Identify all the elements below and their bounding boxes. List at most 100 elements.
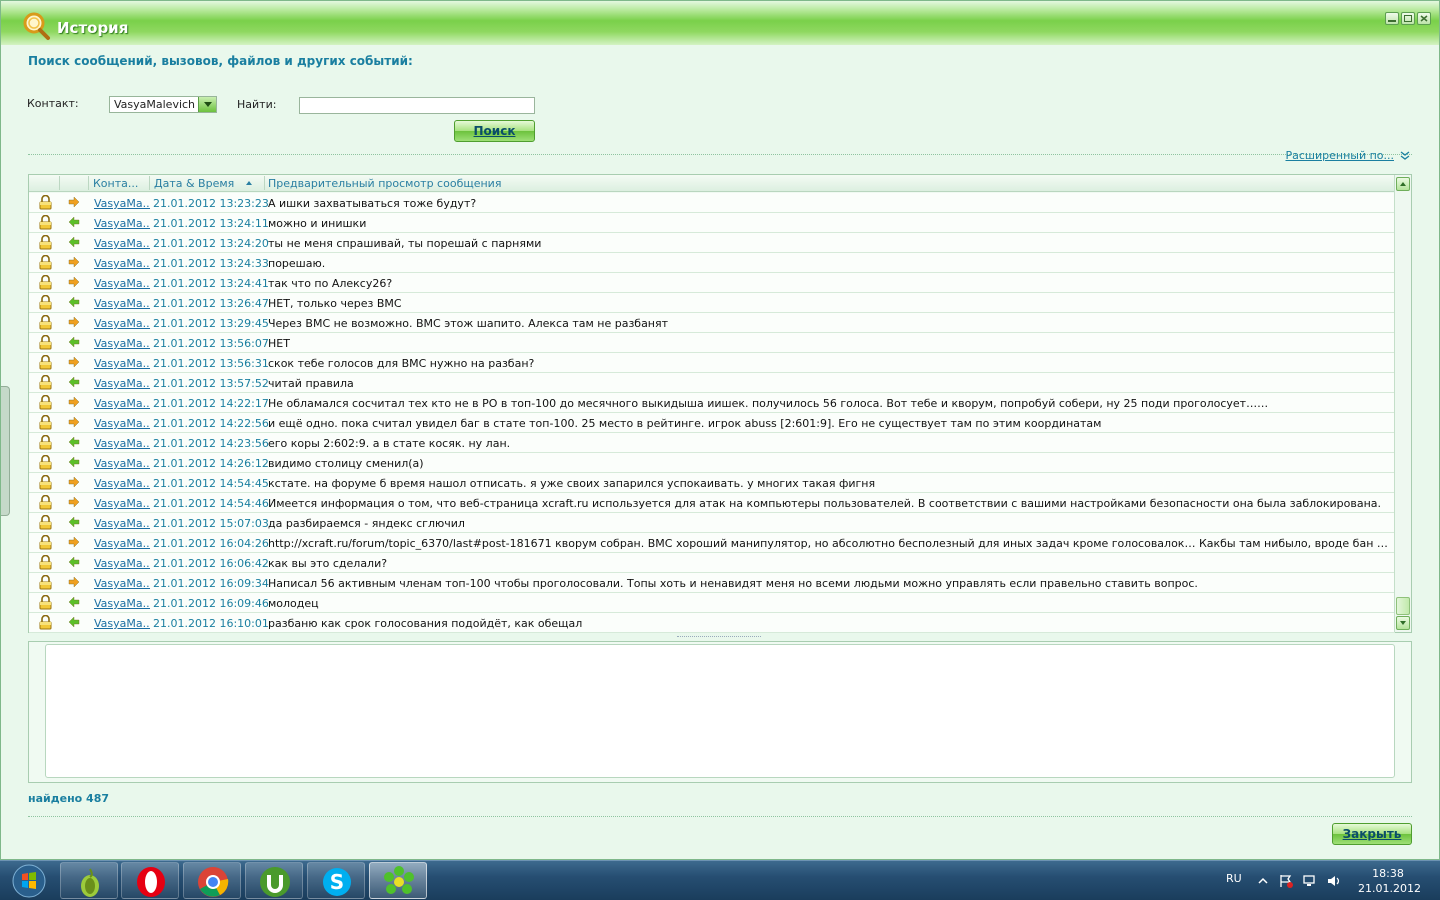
table-row[interactable]: VasyaMa... 21.01.2012 13:24:33 порешаю. bbox=[29, 253, 1395, 273]
volume-icon[interactable] bbox=[1326, 873, 1342, 889]
utorrent-icon bbox=[260, 867, 290, 897]
scroll-up-button[interactable] bbox=[1396, 177, 1410, 191]
close-window-button[interactable] bbox=[1417, 12, 1431, 25]
windows-start-icon[interactable] bbox=[4, 862, 50, 900]
row-message-preview: Не обламался сосчитал тех кто не в РО в … bbox=[268, 397, 1269, 410]
row-contact-link[interactable]: VasyaMa... bbox=[94, 537, 150, 550]
incoming-arrow-icon bbox=[68, 436, 80, 448]
search-button[interactable]: Поиск bbox=[454, 120, 535, 142]
contact-select[interactable]: VasyaMalevich bbox=[109, 96, 217, 113]
row-contact-link[interactable]: VasyaMa... bbox=[94, 377, 150, 390]
vertical-scrollbar[interactable] bbox=[1394, 175, 1411, 632]
row-datetime: 21.01.2012 13:24:33 bbox=[153, 257, 269, 270]
row-contact-link[interactable]: VasyaMa... bbox=[94, 237, 150, 250]
row-contact-link[interactable]: VasyaMa... bbox=[94, 217, 150, 230]
icq-icon bbox=[384, 866, 414, 894]
row-contact-link[interactable]: VasyaMa... bbox=[94, 477, 150, 490]
row-contact-link[interactable]: VasyaMa... bbox=[94, 497, 150, 510]
table-row[interactable]: VasyaMa... 21.01.2012 14:54:46 Имеется инф… bbox=[29, 493, 1395, 513]
row-contact-link[interactable]: VasyaMa... bbox=[94, 617, 150, 630]
maximize-button[interactable] bbox=[1401, 12, 1415, 25]
taskbar-icq-button[interactable] bbox=[369, 862, 427, 899]
minimize-button[interactable] bbox=[1385, 12, 1399, 25]
column-separator bbox=[59, 176, 60, 190]
table-row[interactable]: VasyaMa... 21.01.2012 13:24:11 можно и ини… bbox=[29, 213, 1395, 233]
table-row[interactable]: VasyaMa... 21.01.2012 16:09:34 Написал 56 … bbox=[29, 573, 1395, 593]
row-contact-link[interactable]: VasyaMa... bbox=[94, 317, 150, 330]
message-event-icon bbox=[38, 214, 53, 230]
table-row[interactable]: VasyaMa... 21.01.2012 13:24:20 ты не меня … bbox=[29, 233, 1395, 253]
close-button[interactable]: Закрыть bbox=[1332, 823, 1412, 845]
row-contact-link[interactable]: VasyaMa... bbox=[94, 437, 150, 450]
advanced-search-link[interactable]: Расширенный по... bbox=[1285, 149, 1394, 162]
column-header-datetime[interactable]: Дата & Время bbox=[154, 177, 234, 190]
message-preview-text[interactable] bbox=[45, 644, 1395, 778]
table-row[interactable]: VasyaMa... 21.01.2012 13:29:45 Через ВМС н… bbox=[29, 313, 1395, 333]
table-row[interactable]: VasyaMa... 21.01.2012 13:23:23 А ишки захв… bbox=[29, 193, 1395, 213]
row-datetime: 21.01.2012 16:09:34 bbox=[153, 577, 269, 590]
table-row[interactable]: VasyaMa... 21.01.2012 13:57:52 читай прави… bbox=[29, 373, 1395, 393]
row-contact-link[interactable]: VasyaMa... bbox=[94, 517, 150, 530]
row-contact-link[interactable]: VasyaMa... bbox=[94, 417, 150, 430]
row-datetime: 21.01.2012 16:10:01 bbox=[153, 617, 269, 630]
table-row[interactable]: VasyaMa... 21.01.2012 16:10:01 разбаню как… bbox=[29, 613, 1395, 633]
table-row[interactable]: VasyaMa... 21.01.2012 14:23:56 его коры 2:… bbox=[29, 433, 1395, 453]
column-header-contact[interactable]: Конта... bbox=[93, 177, 138, 190]
taskbar-tor-button[interactable] bbox=[60, 862, 118, 899]
scroll-thumb[interactable] bbox=[1396, 597, 1410, 615]
sort-ascending-icon bbox=[246, 181, 252, 185]
show-hidden-icons-icon[interactable] bbox=[1255, 873, 1271, 889]
scroll-down-button[interactable] bbox=[1396, 616, 1410, 630]
found-count: найдено 487 bbox=[28, 792, 110, 805]
language-indicator[interactable]: RU bbox=[1226, 872, 1242, 885]
table-row[interactable]: VasyaMa... 21.01.2012 16:09:46 молодец bbox=[29, 593, 1395, 613]
network-icon[interactable] bbox=[1302, 873, 1318, 889]
row-contact-link[interactable]: VasyaMa... bbox=[94, 357, 150, 370]
message-event-icon bbox=[38, 554, 53, 570]
double-chevron-down-icon[interactable] bbox=[1400, 151, 1410, 161]
column-header-preview[interactable]: Предварительный просмотр сообщения bbox=[268, 177, 501, 190]
row-contact-link[interactable]: VasyaMa... bbox=[94, 297, 150, 310]
table-row[interactable]: VasyaMa... 21.01.2012 14:22:17 Не обламалс… bbox=[29, 393, 1395, 413]
table-row[interactable]: VasyaMa... 21.01.2012 13:24:41 так что по … bbox=[29, 273, 1395, 293]
outgoing-arrow-icon bbox=[68, 396, 80, 408]
table-row[interactable]: VasyaMa... 21.01.2012 14:22:56 и ещё одно.… bbox=[29, 413, 1395, 433]
row-contact-link[interactable]: VasyaMa... bbox=[94, 597, 150, 610]
row-datetime: 21.01.2012 16:06:42 bbox=[153, 557, 269, 570]
taskbar-chrome-button[interactable] bbox=[183, 862, 241, 899]
side-panel-handle[interactable] bbox=[1, 386, 10, 516]
outgoing-arrow-icon bbox=[68, 196, 80, 208]
table-row[interactable]: VasyaMa... 21.01.2012 13:56:07 НЕТ bbox=[29, 333, 1395, 353]
row-contact-link[interactable]: VasyaMa... bbox=[94, 257, 150, 270]
action-center-flag-icon[interactable] bbox=[1278, 873, 1294, 889]
system-clock[interactable]: 18:38 21.01.2012 bbox=[1358, 866, 1421, 896]
row-contact-link[interactable]: VasyaMa... bbox=[94, 397, 150, 410]
table-row[interactable]: VasyaMa... 21.01.2012 13:56:31 скок тебе г… bbox=[29, 353, 1395, 373]
chevron-down-icon[interactable] bbox=[198, 97, 216, 112]
table-row[interactable]: VasyaMa... 21.01.2012 13:26:47 НЕТ, только… bbox=[29, 293, 1395, 313]
table-row[interactable]: VasyaMa... 21.01.2012 16:06:42 как вы это … bbox=[29, 553, 1395, 573]
row-contact-link[interactable]: VasyaMa... bbox=[94, 277, 150, 290]
table-row[interactable]: VasyaMa... 21.01.2012 14:54:45 кстате. на … bbox=[29, 473, 1395, 493]
row-message-preview: кстате. на форуме б время нашол отписать… bbox=[268, 477, 876, 490]
pane-splitter[interactable] bbox=[677, 636, 761, 639]
taskbar-opera-button[interactable] bbox=[121, 862, 179, 899]
row-contact-link[interactable]: VasyaMa... bbox=[94, 337, 150, 350]
row-contact-link[interactable]: VasyaMa... bbox=[94, 557, 150, 570]
row-message-preview: так что по Алексу26? bbox=[268, 277, 393, 290]
taskbar-utorrent-button[interactable] bbox=[245, 862, 303, 899]
find-input[interactable] bbox=[299, 97, 535, 114]
message-event-icon bbox=[38, 254, 53, 270]
row-contact-link[interactable]: VasyaMa... bbox=[94, 197, 150, 210]
taskbar-skype-button[interactable]: S bbox=[307, 862, 365, 899]
window-title: История bbox=[57, 19, 129, 37]
message-event-icon bbox=[38, 234, 53, 250]
table-row[interactable]: VasyaMa... 21.01.2012 16:04:26 http://xcra… bbox=[29, 533, 1395, 553]
table-row[interactable]: VasyaMa... 21.01.2012 14:26:12 видимо стол… bbox=[29, 453, 1395, 473]
row-datetime: 21.01.2012 13:24:20 bbox=[153, 237, 269, 250]
outgoing-arrow-icon bbox=[68, 276, 80, 288]
row-contact-link[interactable]: VasyaMa... bbox=[94, 577, 150, 590]
title-bar[interactable]: История bbox=[1, 1, 1439, 45]
row-contact-link[interactable]: VasyaMa... bbox=[94, 457, 150, 470]
table-row[interactable]: VasyaMa... 21.01.2012 15:07:03 да разбирае… bbox=[29, 513, 1395, 533]
